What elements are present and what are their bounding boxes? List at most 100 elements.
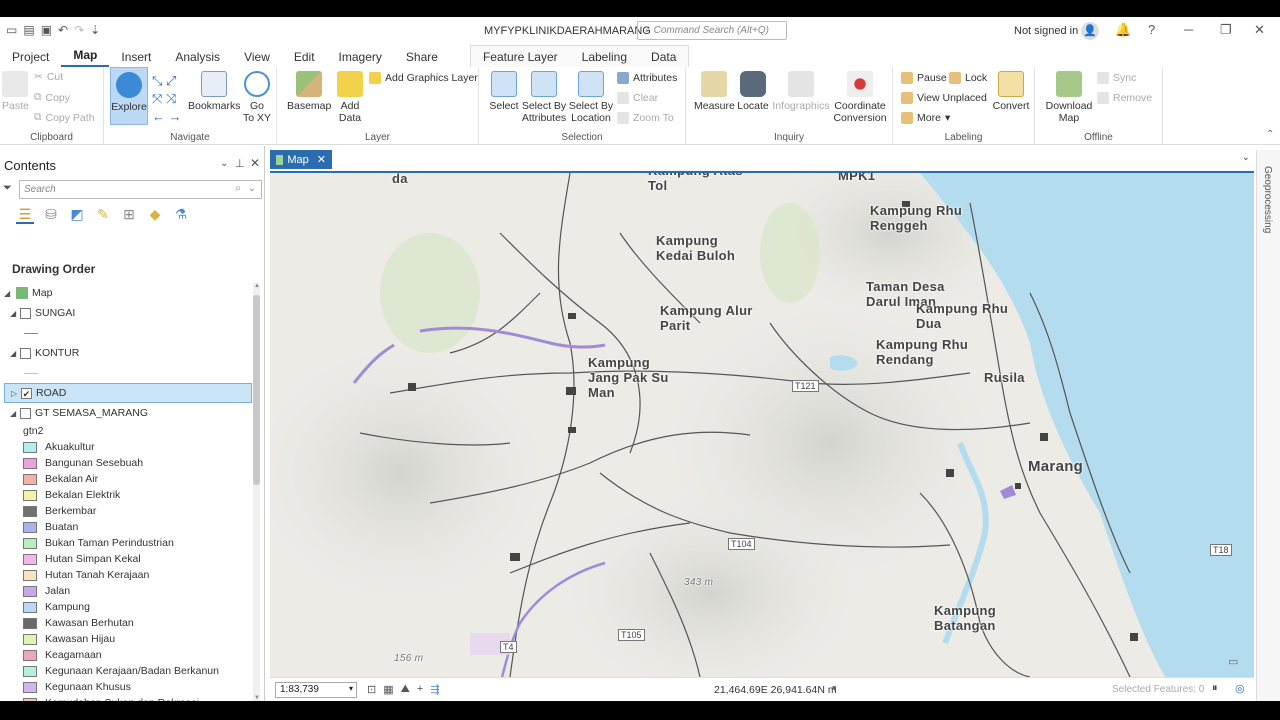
convert-labels-button[interactable]: Convert <box>991 71 1031 112</box>
legend-item[interactable]: Bekalan Air <box>4 471 252 487</box>
collapse-icon[interactable]: ◢ <box>10 349 20 358</box>
layer-road[interactable]: ▷ ✔ ROAD <box>4 383 252 403</box>
explore-button[interactable]: Explore <box>110 67 148 125</box>
scale-tool-icon[interactable]: ⊡ <box>367 683 376 696</box>
selection-icon[interactable]: ◩ <box>68 206 86 224</box>
clear-selection-button[interactable]: Clear <box>617 92 658 104</box>
layer-visibility-checkbox[interactable]: ✔ <box>21 387 32 399</box>
legend-item[interactable]: Kawasan Hijau <box>4 631 252 647</box>
legend-item[interactable]: Berkembar <box>4 503 252 519</box>
chevron-down-icon[interactable]: ⌄ <box>1242 152 1250 163</box>
labeling-icon[interactable]: ◆ <box>146 206 164 224</box>
legend-item[interactable]: Kegunaan Khusus <box>4 679 252 695</box>
remove-button[interactable]: Remove <box>1097 92 1152 104</box>
tab-view[interactable]: View <box>232 50 282 67</box>
add-graphics-layer-button[interactable]: Add Graphics Layer <box>369 72 478 84</box>
fixed-zoom-icon[interactable]: ⤧ ⤨ <box>152 91 176 107</box>
minimize-icon[interactable]: ─ <box>1184 22 1193 37</box>
measure-button[interactable]: Measure <box>694 71 735 112</box>
layer-sungai[interactable]: ◢ SUNGAI <box>4 303 252 323</box>
zoom-to-selection-button[interactable]: Zoom To <box>617 112 674 124</box>
layer-visibility-checkbox[interactable] <box>20 347 31 359</box>
layer-visibility-checkbox[interactable] <box>20 407 31 419</box>
scrollbar-thumb[interactable] <box>253 295 260 485</box>
legend-item[interactable]: Akuakultur <box>4 439 252 455</box>
pause-drawing-icon[interactable]: ⏸ <box>1212 682 1218 695</box>
scale-dropdown[interactable]: 1:83,739 ▾ <box>275 682 357 698</box>
sync-button[interactable]: Sync <box>1097 72 1136 84</box>
refresh-icon[interactable]: ◎ <box>1235 682 1245 695</box>
map-node[interactable]: ◢ Map <box>4 283 252 303</box>
select-by-location-button[interactable]: Select By Location <box>568 71 614 124</box>
select-button[interactable]: Select <box>487 71 521 112</box>
undo-icon[interactable]: ↶ <box>58 23 68 37</box>
lock-labeling-button[interactable]: Lock <box>949 72 987 84</box>
tab-feature-layer[interactable]: Feature Layer <box>471 50 570 67</box>
scroll-down-icon[interactable]: ▼ <box>254 695 260 701</box>
snapping-icon[interactable]: ⊞ <box>120 206 138 224</box>
editing-icon[interactable]: ✎ <box>94 206 112 224</box>
tab-edit[interactable]: Edit <box>282 50 327 67</box>
collapse-icon[interactable]: ◢ <box>4 289 12 298</box>
notification-icon[interactable]: 🔔 <box>1115 22 1131 38</box>
command-search-input[interactable]: ⌕ Command Search (Alt+Q) <box>637 21 787 40</box>
add-data-button[interactable]: Add Data <box>335 71 365 124</box>
cut-button[interactable]: ✂ Cut <box>34 71 63 83</box>
tab-analysis[interactable]: Analysis <box>163 50 232 67</box>
view-unplaced-button[interactable]: View Unplaced <box>901 92 987 104</box>
close-icon[interactable]: ✕ <box>1254 22 1265 38</box>
close-pane-icon[interactable]: ✕ <box>250 156 260 170</box>
infographics-button[interactable]: Infographics <box>772 71 830 112</box>
map-overview-icon[interactable]: ▭ <box>1228 655 1238 668</box>
legend-item[interactable]: Buatan <box>4 519 252 535</box>
add-point-icon[interactable]: + <box>417 683 423 696</box>
drawing-order-icon[interactable]: ☰ <box>16 206 34 224</box>
restore-icon[interactable]: ❐ <box>1220 22 1232 38</box>
layer-gt-semasa-marang[interactable]: ◢ GT SEMASA_MARANG <box>4 403 252 423</box>
grid-icon[interactable]: ▦ <box>383 683 393 696</box>
avatar[interactable]: 👤 <box>1081 22 1099 40</box>
tab-insert[interactable]: Insert <box>109 50 163 67</box>
go-to-xy-button[interactable]: Go To XY <box>242 71 272 124</box>
locate-button[interactable]: Locate <box>736 71 770 112</box>
map-canvas[interactable]: da Kampung AtasTol MPK1 Kampung RhuRenggeh K… <box>270 173 1254 677</box>
legend-item[interactable]: Kampung <box>4 599 252 615</box>
download-map-button[interactable]: Download Map <box>1041 71 1097 124</box>
legend-item[interactable]: Kemudahan Sukan dan Rekreasi <box>4 695 252 701</box>
tab-map[interactable]: Map <box>61 48 110 67</box>
chevron-down-icon[interactable]: ▾ <box>832 683 837 694</box>
tab-share[interactable]: Share <box>394 50 450 67</box>
save-icon[interactable]: ▣ <box>41 23 52 37</box>
layer-kontur[interactable]: ◢ KONTUR <box>4 343 252 363</box>
tab-imagery[interactable]: Imagery <box>327 50 394 67</box>
previous-extent-icon[interactable]: ← → <box>152 109 182 124</box>
help-icon[interactable]: ? <box>1148 22 1155 37</box>
legend-item[interactable]: Bangunan Sesebuah <box>4 455 252 471</box>
pause-labeling-button[interactable]: Pause <box>901 72 947 84</box>
tab-project[interactable]: Project <box>0 50 61 67</box>
expand-icon[interactable]: ▷ <box>11 389 21 398</box>
legend-item[interactable]: Hutan Tanah Kerajaan <box>4 567 252 583</box>
collapse-ribbon-icon[interactable]: ⌃ <box>1266 129 1274 140</box>
contents-search-input[interactable]: Search ⌕ ⌄ <box>19 180 262 199</box>
sign-in-status[interactable]: Not signed in <box>1014 25 1078 37</box>
paste-button[interactable]: Paste <box>2 71 29 112</box>
geoprocessing-pane-tab[interactable]: Geoprocessing <box>1256 150 1280 701</box>
legend-item[interactable]: Bekalan Elektrik <box>4 487 252 503</box>
coordinate-conversion-button[interactable]: Coordinate Conversion <box>832 71 888 124</box>
legend-item[interactable]: Kegunaan Kerajaan/Badan Berkanun <box>4 663 252 679</box>
copy-path-button[interactable]: ⧉ Copy Path <box>34 111 95 124</box>
layer-visibility-checkbox[interactable] <box>20 307 31 319</box>
contents-scrollbar[interactable]: ▲ ▼ <box>253 283 260 701</box>
redo-icon[interactable]: ↷ <box>74 23 84 37</box>
new-project-icon[interactable]: ▭ <box>6 23 17 37</box>
tab-labeling[interactable]: Labeling <box>570 50 639 67</box>
scroll-up-icon[interactable]: ▲ <box>254 283 260 289</box>
snapping-icon[interactable]: ⇶ <box>430 683 439 696</box>
more-labeling-button[interactable]: More ▾ <box>901 112 950 124</box>
legend-item[interactable]: Kawasan Berhutan <box>4 615 252 631</box>
data-source-icon[interactable]: ⛁ <box>42 206 60 224</box>
legend-item[interactable]: Keagamaan <box>4 647 252 663</box>
close-tab-icon[interactable]: ✕ <box>317 153 326 166</box>
basemap-button[interactable]: Basemap <box>287 71 331 112</box>
